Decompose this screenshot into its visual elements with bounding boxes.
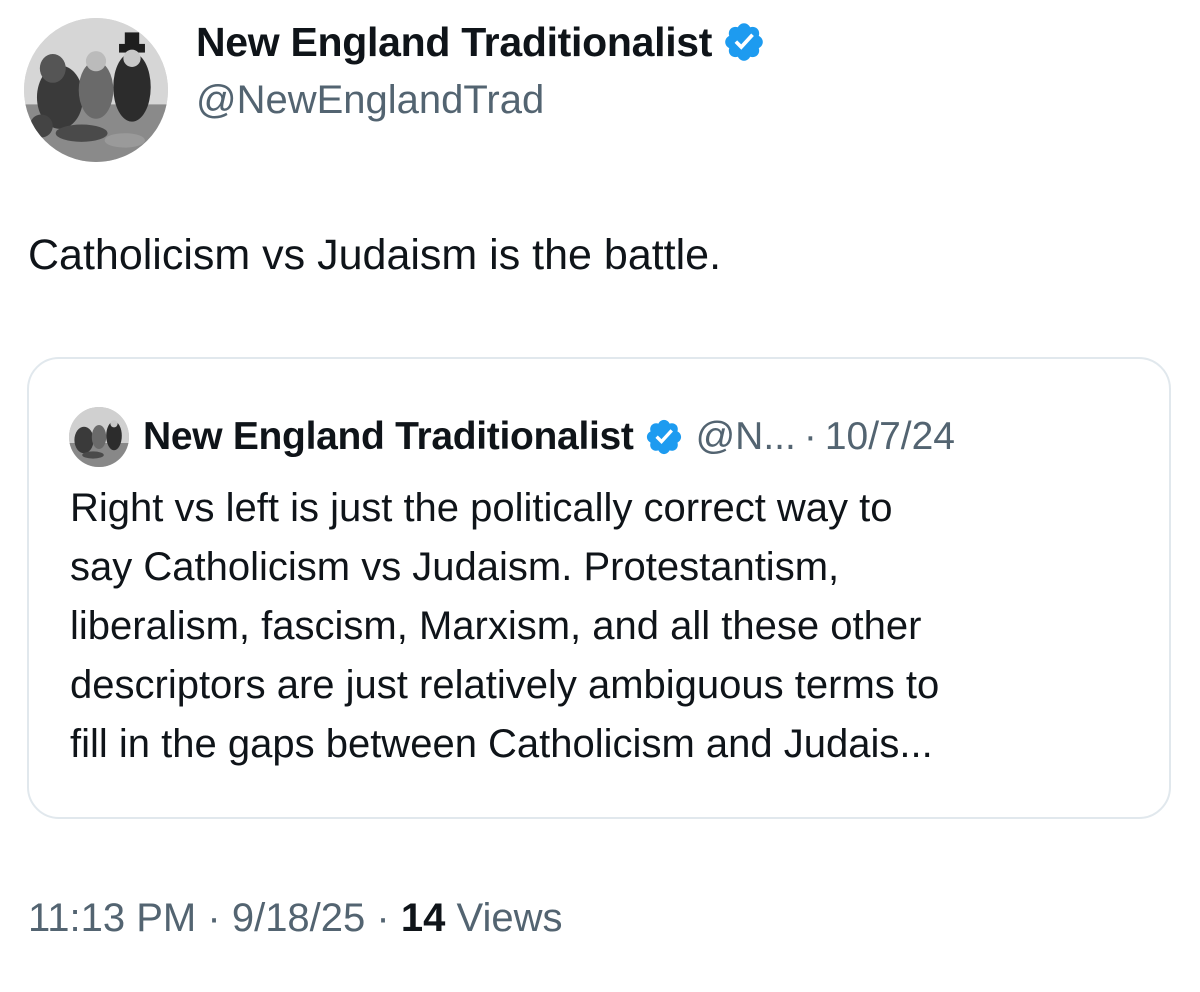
quoted-author-avatar: [69, 407, 129, 467]
quoted-text-line: Right vs left is just the politically co…: [70, 486, 893, 530]
views-label: Views: [456, 896, 563, 940]
author-name[interactable]: New England Traditionalist: [196, 16, 712, 68]
tweet-date[interactable]: 9/18/25: [232, 896, 365, 940]
author-avatar[interactable]: [24, 18, 168, 162]
views-count: 14: [400, 896, 446, 940]
tweet-time[interactable]: 11:13 PM: [28, 896, 196, 940]
quoted-author-handle: @N...: [695, 415, 796, 458]
quoted-tweet-text: Right vs left is just the politically co…: [70, 479, 1150, 774]
tweet-metadata: 11:13 PM · 9/18/25 · 14 Views: [28, 892, 562, 944]
avatar-painting-image: [24, 18, 168, 162]
quoted-text-line: say Catholicism vs Judaism. Protestantis…: [70, 545, 840, 589]
quoted-tweet-header: New England Traditionalist @N... · 10/7/…: [69, 407, 955, 467]
quoted-author-name: New England Traditionalist: [143, 415, 634, 458]
quoted-text-line: liberalism, fascism, Marxism, and all th…: [70, 604, 922, 648]
meta-separator-dot: ·: [376, 896, 390, 940]
meta-separator-dot: ·: [207, 896, 221, 940]
quoted-tweet-card[interactable]: New England Traditionalist @N... · 10/7/…: [27, 357, 1171, 819]
author-handle[interactable]: @NewEnglandTrad: [196, 74, 544, 126]
verified-badge-icon: [722, 20, 766, 64]
author-name-row: New England Traditionalist: [196, 16, 766, 68]
quoted-tweet-date: 10/7/24: [824, 415, 955, 458]
quoted-avatar-painting-image: [69, 407, 129, 467]
quoted-text-line: descriptors are just relatively ambiguou…: [70, 663, 940, 707]
quoted-separator-dot: ·: [803, 415, 817, 458]
tweet-text: Catholicism vs Judaism is the battle.: [28, 231, 722, 279]
quoted-text-line: fill in the gaps between Catholicism and…: [70, 722, 933, 766]
quoted-verified-badge-icon: [644, 417, 684, 457]
